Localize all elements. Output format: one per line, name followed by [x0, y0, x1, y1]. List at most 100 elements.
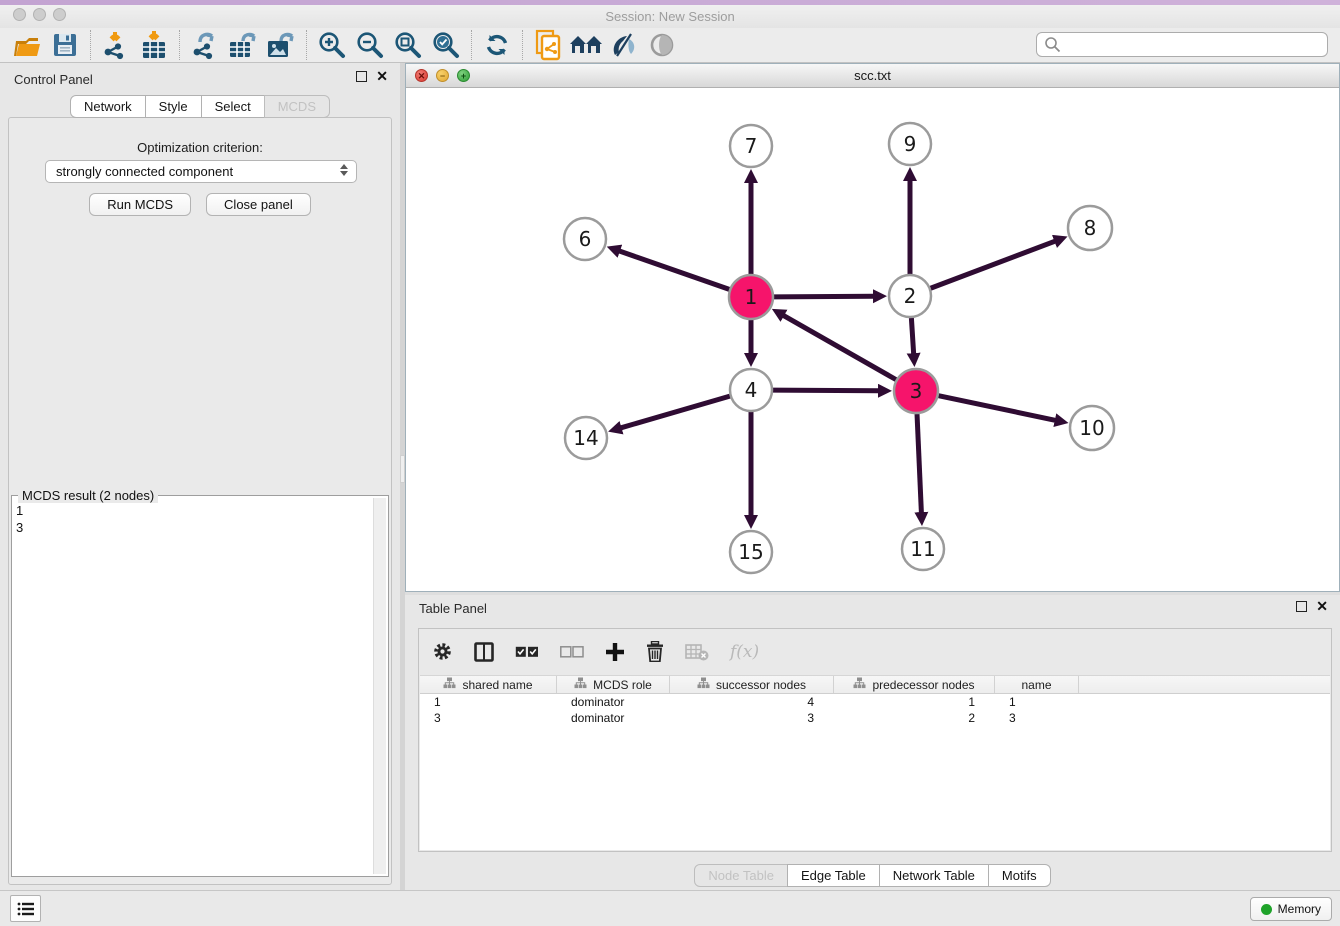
- tab-edge-table[interactable]: Edge Table: [787, 864, 880, 887]
- criterion-select[interactable]: strongly connected component: [45, 160, 357, 183]
- memory-button[interactable]: Memory: [1250, 897, 1332, 921]
- control-panel: Control Panel ✕ NetworkStyleSelectMCDS O…: [0, 63, 400, 890]
- tab-style[interactable]: Style: [145, 95, 202, 118]
- zoom-selected-icon[interactable]: [427, 29, 465, 61]
- toolbar-separator: [306, 30, 307, 60]
- save-session-icon[interactable]: [46, 29, 84, 61]
- close-panel-icon[interactable]: ✕: [1316, 601, 1328, 612]
- export-network-icon[interactable]: [186, 29, 224, 61]
- edge-2-8[interactable]: [931, 241, 1056, 288]
- column-type-icon: [443, 677, 456, 692]
- node-label-1: 1: [745, 285, 758, 309]
- tab-motifs[interactable]: Motifs: [988, 864, 1051, 887]
- select-stepper-icon: [340, 164, 348, 176]
- cell-shared-name[interactable]: 3: [420, 710, 557, 726]
- tab-mcds[interactable]: MCDS: [264, 95, 330, 118]
- search-icon: [1044, 36, 1061, 53]
- search-input[interactable]: [1061, 35, 1327, 55]
- cell-predecessor-nodes[interactable]: 1: [834, 694, 995, 710]
- mcds-result-title: MCDS result (2 nodes): [18, 488, 158, 503]
- control-panel-title: Control Panel: [14, 72, 93, 87]
- houses-icon[interactable]: [567, 29, 605, 61]
- export-image-icon[interactable]: [262, 29, 300, 61]
- edge-4-3[interactable]: [773, 390, 879, 391]
- list-icon: [17, 901, 35, 917]
- table-panel-tabs: Node TableEdge TableNetwork TableMotifs: [405, 864, 1340, 887]
- node-label-2: 2: [904, 284, 917, 308]
- criterion-value: strongly connected component: [56, 164, 233, 179]
- edge-3-10[interactable]: [939, 396, 1056, 421]
- import-table-icon[interactable]: [135, 29, 173, 61]
- table-header-row: shared nameMCDS rolesuccessor nodesprede…: [420, 675, 1330, 694]
- mcds-result-text[interactable]: 1 3: [16, 502, 370, 872]
- node-table-container: f(x) shared nameMCDS rolesuccessor nodes…: [418, 628, 1332, 852]
- run-mcds-button[interactable]: Run MCDS: [89, 193, 191, 216]
- memory-label: Memory: [1278, 902, 1321, 916]
- zoom-out-icon[interactable]: [351, 29, 389, 61]
- table-toolbar: f(x): [419, 629, 1331, 674]
- result-scrollbar[interactable]: [373, 498, 386, 874]
- tab-select[interactable]: Select: [201, 95, 265, 118]
- task-history-button[interactable]: [10, 895, 41, 922]
- table-row[interactable]: 1dominator411: [420, 694, 1330, 710]
- column-header-MCDS-role[interactable]: MCDS role: [557, 676, 670, 693]
- edge-3-11[interactable]: [917, 414, 921, 513]
- edge-4-14[interactable]: [621, 396, 730, 428]
- edge-1-2[interactable]: [774, 296, 874, 297]
- folder-open-icon[interactable]: [8, 29, 46, 61]
- node-label-8: 8: [1084, 216, 1097, 240]
- cell-predecessor-nodes[interactable]: 2: [834, 710, 995, 726]
- function-builder-icon: f(x): [730, 642, 759, 662]
- tab-node-table[interactable]: Node Table: [694, 864, 788, 887]
- close-panel-button[interactable]: Close panel: [206, 193, 311, 216]
- export-table-icon[interactable]: [224, 29, 262, 61]
- edge-2-3[interactable]: [911, 318, 913, 354]
- clone-network-icon[interactable]: [529, 29, 567, 61]
- settings-gear-icon[interactable]: [432, 641, 453, 662]
- add-row-icon[interactable]: [605, 642, 625, 662]
- column-header-name[interactable]: name: [995, 676, 1079, 693]
- column-header-successor-nodes[interactable]: successor nodes: [670, 676, 834, 693]
- float-panel-icon[interactable]: [356, 71, 367, 82]
- select-all-icon[interactable]: [515, 646, 539, 658]
- network-canvas[interactable]: 1234678910111415: [406, 88, 1339, 591]
- cell-MCDS-role[interactable]: dominator: [557, 694, 670, 710]
- table-row[interactable]: 3dominator323: [420, 710, 1330, 726]
- cell-successor-nodes[interactable]: 3: [670, 710, 834, 726]
- column-header-shared-name[interactable]: shared name: [420, 676, 557, 693]
- table-panel-title: Table Panel: [419, 601, 487, 616]
- column-type-icon: [574, 677, 587, 692]
- eye-icon[interactable]: [643, 29, 681, 61]
- node-label-4: 4: [745, 378, 758, 402]
- node-label-3: 3: [910, 379, 923, 403]
- node-label-14: 14: [573, 426, 598, 450]
- edge-3-1[interactable]: [783, 315, 896, 379]
- search-field[interactable]: [1036, 32, 1328, 57]
- node-label-6: 6: [579, 227, 592, 251]
- cell-name[interactable]: 3: [995, 710, 1079, 726]
- edge-1-6[interactable]: [619, 251, 729, 290]
- cell-shared-name[interactable]: 1: [420, 694, 557, 710]
- network-window-titlebar[interactable]: ✕ − + scc.txt: [406, 64, 1339, 88]
- float-panel-icon[interactable]: [1296, 601, 1307, 612]
- cell-name[interactable]: 1: [995, 694, 1079, 710]
- cell-MCDS-role[interactable]: dominator: [557, 710, 670, 726]
- toolbar-separator: [179, 30, 180, 60]
- tab-network-table[interactable]: Network Table: [879, 864, 989, 887]
- eye-slash-icon[interactable]: [605, 29, 643, 61]
- network-view-title: scc.txt: [406, 68, 1339, 83]
- show-columns-icon[interactable]: [474, 642, 494, 662]
- deselect-all-icon[interactable]: [560, 646, 584, 658]
- toolbar-separator: [90, 30, 91, 60]
- cell-successor-nodes[interactable]: 4: [670, 694, 834, 710]
- delete-row-icon[interactable]: [646, 641, 664, 662]
- column-header-predecessor-nodes[interactable]: predecessor nodes: [834, 676, 995, 693]
- import-network-icon[interactable]: [97, 29, 135, 61]
- close-panel-icon[interactable]: ✕: [376, 71, 388, 82]
- node-label-11: 11: [910, 537, 935, 561]
- zoom-fit-icon[interactable]: [389, 29, 427, 61]
- network-graph: 1234678910111415: [406, 88, 1339, 591]
- tab-network[interactable]: Network: [70, 95, 146, 118]
- refresh-icon[interactable]: [478, 29, 516, 61]
- zoom-in-icon[interactable]: [313, 29, 351, 61]
